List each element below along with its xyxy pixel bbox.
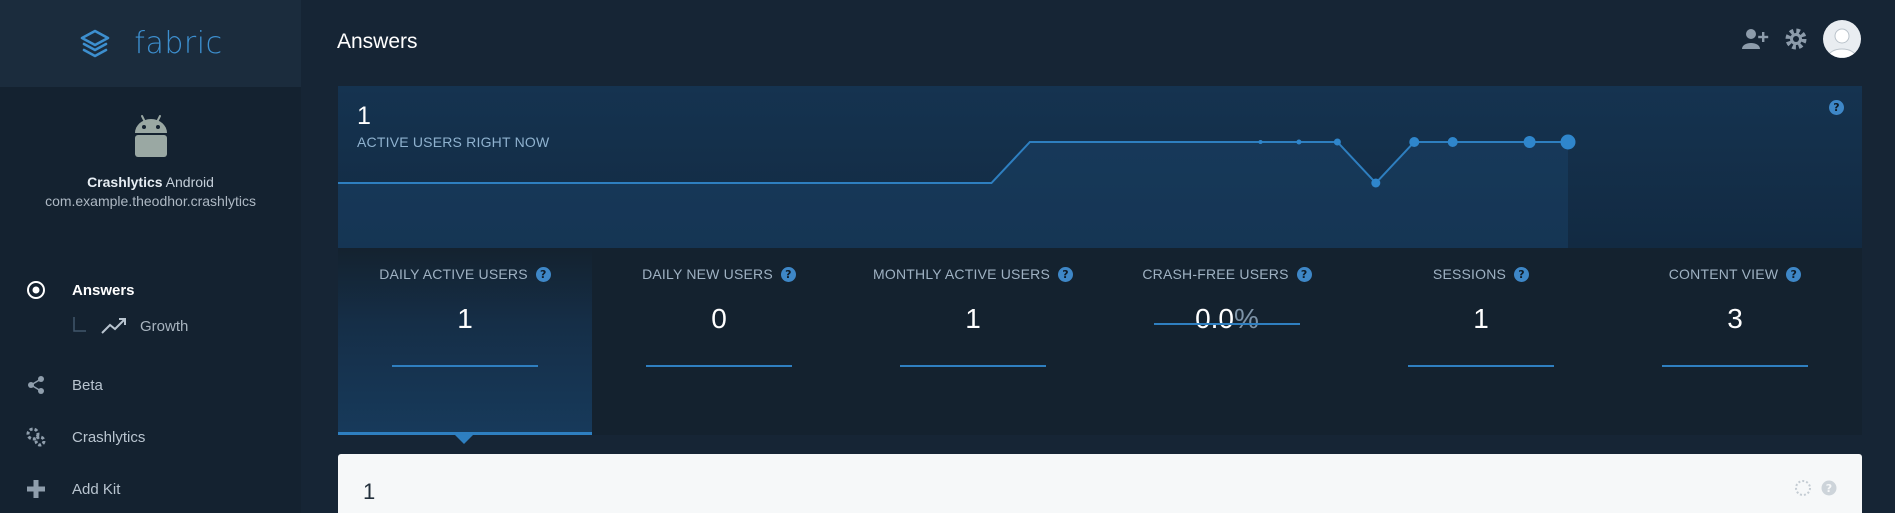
sidebar-item-answers[interactable]: Answers [0, 277, 135, 303]
detail-card: 1 ? [338, 454, 1862, 513]
metric-number: 1 [457, 303, 473, 334]
sparkline-area [338, 142, 1568, 248]
detail-card-value: 1 [363, 479, 376, 504]
metric-sparkline [1154, 323, 1300, 325]
sidebar-item-label: Add Kit [72, 480, 121, 498]
metric-sparkline [646, 365, 792, 367]
metric-number: 3 [1727, 303, 1743, 334]
metric-tile[interactable]: DAILY NEW USERS? 0 [592, 248, 846, 435]
avatar[interactable] [1823, 20, 1861, 58]
metric-tile[interactable]: CRASH-FREE USERS? 0.0% [1100, 248, 1354, 435]
active-users-panel: 1 ACTIVE USERS RIGHT NOW ? [338, 86, 1862, 248]
metric-name: MONTHLY ACTIVE USERS? [846, 266, 1100, 282]
help-icon[interactable]: ? [1296, 266, 1312, 282]
radio-dot-icon [24, 278, 48, 302]
metric-number: 0 [711, 303, 727, 334]
loading-icon[interactable] [1794, 479, 1812, 497]
sidebar-item-add-kit[interactable]: Add Kit [0, 476, 120, 502]
metric-name: DAILY ACTIVE USERS? [338, 266, 592, 282]
sparkline-point [1296, 139, 1302, 145]
app-info[interactable]: Crashlytics Android com.example.theodhor… [0, 87, 301, 209]
help-icon[interactable]: ? [535, 266, 551, 282]
sparkline-point [1258, 140, 1263, 144]
metric-label: DAILY ACTIVE USERS [379, 266, 528, 282]
add-user-icon[interactable] [1741, 27, 1769, 51]
metric-name: SESSIONS? [1354, 266, 1608, 282]
metric-tile[interactable]: MONTHLY ACTIVE USERS? 1 [846, 248, 1100, 435]
metric-label: DAILY NEW USERS [642, 266, 773, 282]
metric-label: CONTENT VIEW [1668, 266, 1779, 282]
metric-tile[interactable]: CONTENT VIEW? 3 [1608, 248, 1862, 435]
plus-icon [24, 477, 48, 501]
metric-label: CRASH-FREE USERS [1142, 266, 1289, 282]
svg-text:?: ? [1826, 482, 1832, 495]
metric-tile[interactable]: SESSIONS? 1 [1354, 248, 1608, 435]
metric-sparkline [392, 365, 538, 367]
help-icon[interactable]: ? [1514, 266, 1530, 282]
brand-logo[interactable]: fabric [0, 0, 301, 87]
sparkline-point [1409, 137, 1420, 147]
metric-number: 0.0 [1195, 303, 1235, 334]
metric-value: 0 [592, 303, 846, 335]
share-nodes-icon [24, 373, 48, 397]
app-name-platform: Android [162, 174, 214, 190]
sparkline-point [1371, 178, 1381, 188]
metric-sparkline [1662, 365, 1808, 367]
fabric-logo-icon [81, 29, 110, 57]
active-users-sparkline [338, 134, 1576, 248]
app-package: com.example.theodhor.crashlytics [45, 193, 256, 209]
app-name: Crashlytics Android [0, 174, 301, 190]
page-title: Answers [337, 30, 418, 53]
metric-sparkline [900, 365, 1046, 367]
selected-caret [455, 435, 473, 444]
metric-tile[interactable]: DAILY ACTIVE USERS? 1 [338, 248, 592, 435]
sidebar-item-crashlytics[interactable]: Crashlytics [0, 424, 145, 450]
metric-label: MONTHLY ACTIVE USERS [873, 266, 1050, 282]
trend-up-icon [101, 318, 126, 334]
metric-value: 1 [846, 303, 1100, 335]
sidebar-item-beta[interactable]: Beta [0, 372, 103, 398]
metric-value: 1 [338, 303, 592, 335]
tree-branch-icon [73, 317, 86, 332]
metric-label: SESSIONS [1432, 266, 1507, 282]
metric-name: CONTENT VIEW? [1608, 266, 1862, 282]
detail-card-actions: ? [1794, 479, 1838, 497]
metric-sparkline [1408, 365, 1554, 367]
brand-name: fabric [134, 26, 223, 61]
metric-suffix: % [1234, 303, 1259, 334]
metric-value: 1 [1354, 303, 1608, 335]
sparkline-point [1560, 134, 1576, 150]
android-icon [134, 115, 167, 157]
app-name-bold: Crashlytics [87, 174, 163, 190]
help-icon[interactable]: ? [780, 266, 796, 282]
metric-value: 0.0% [1100, 303, 1354, 335]
sidebar: fabric Crashlytics Android com.example.t… [0, 0, 301, 513]
gear-icon[interactable] [1783, 26, 1809, 52]
sidebar-item-label: Growth [140, 317, 189, 335]
gear-cluster-icon [24, 425, 48, 449]
metric-value: 3 [1608, 303, 1862, 335]
metric-name: DAILY NEW USERS? [592, 266, 846, 282]
sparkline-point [1333, 138, 1341, 146]
sidebar-item-label: Beta [72, 376, 103, 394]
help-icon[interactable]: ? [1786, 266, 1802, 282]
sidebar-subitem-growth[interactable]: Growth [72, 316, 188, 336]
sidebar-item-label: Crashlytics [72, 428, 146, 446]
sidebar-item-label: Answers [72, 281, 135, 299]
metric-name: CRASH-FREE USERS? [1100, 266, 1354, 282]
metric-number: 1 [1473, 303, 1489, 334]
metric-tiles: DAILY ACTIVE USERS? 1 DAILY NEW USERS? 0 MON… [338, 248, 1862, 435]
sparkline-point [1447, 137, 1458, 147]
header-actions [1741, 20, 1861, 58]
help-icon[interactable]: ? [1820, 479, 1838, 497]
metric-number: 1 [965, 303, 981, 334]
help-icon[interactable]: ? [1057, 266, 1073, 282]
user-silhouette-icon [1827, 28, 1857, 58]
sparkline-point [1523, 136, 1536, 148]
